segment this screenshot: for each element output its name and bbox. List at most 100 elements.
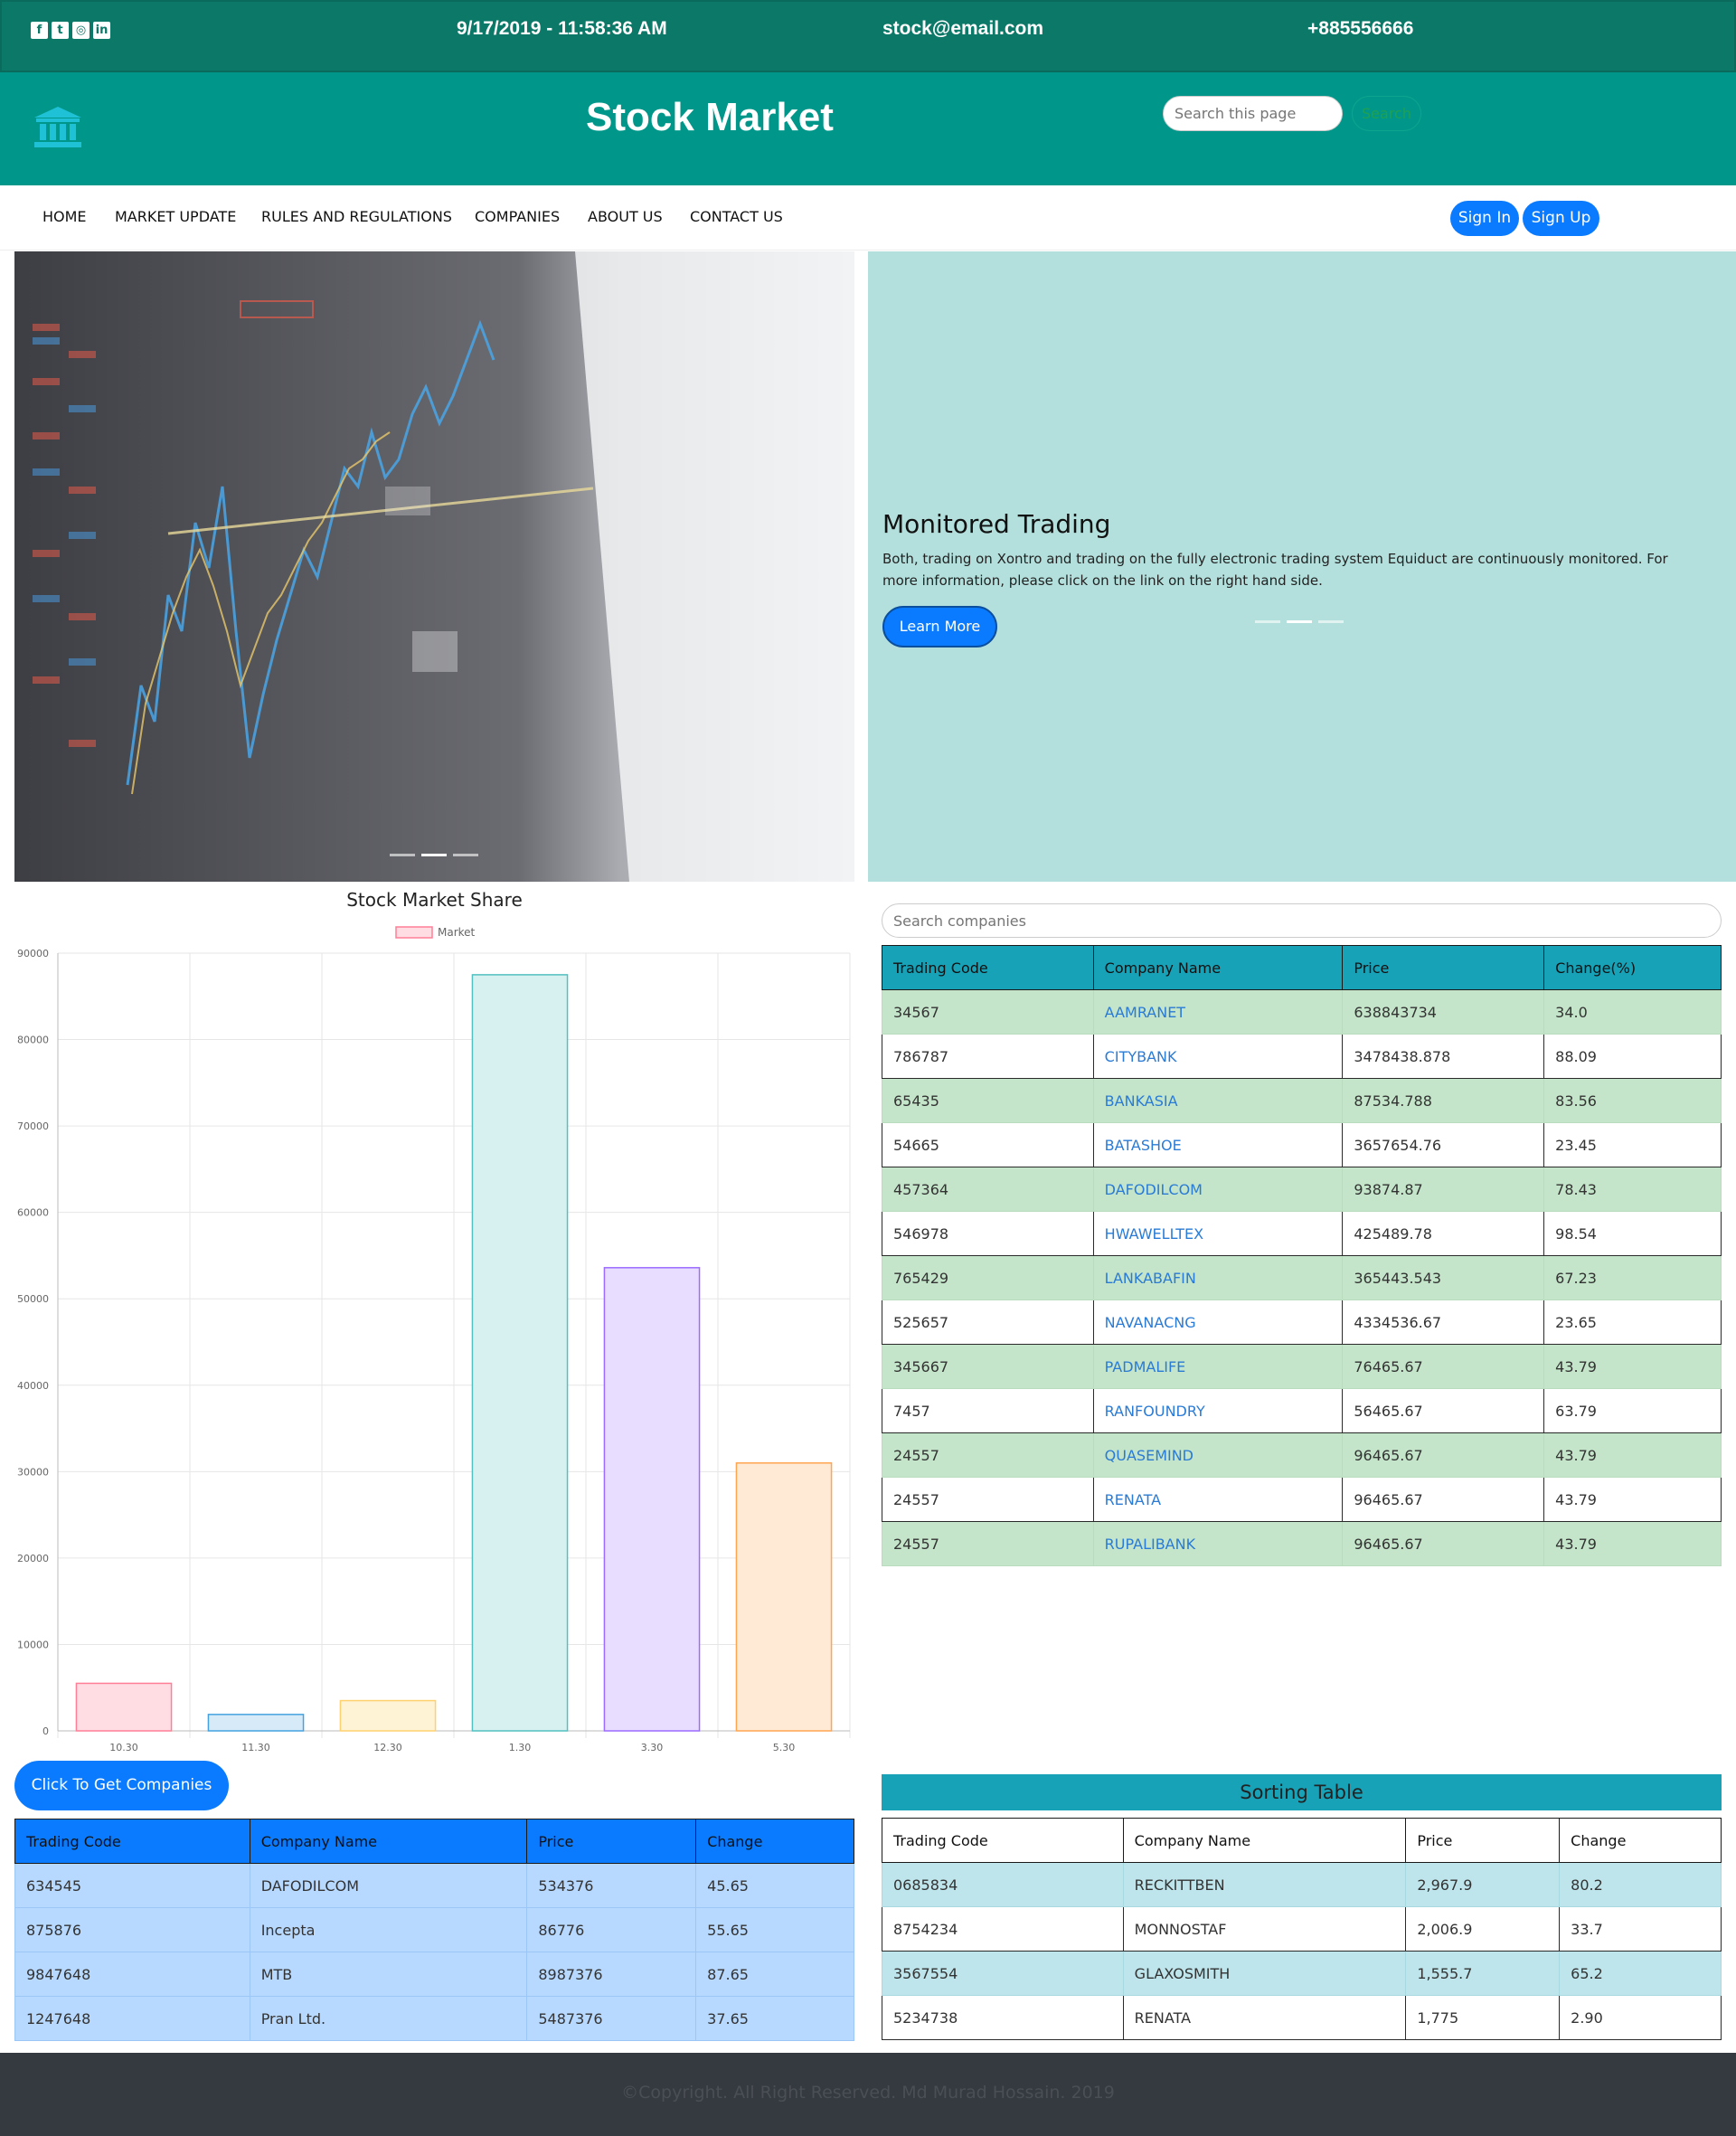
company-name-cell[interactable]: HWAWELLTEX (1092, 1211, 1344, 1256)
nav-contact-us[interactable]: CONTACT US (690, 208, 783, 225)
change-cell: 43.79 (1543, 1432, 1722, 1478)
header-trading-code[interactable]: Trading Code (882, 1818, 1124, 1863)
carousel-indicator-2[interactable] (421, 854, 447, 856)
header-company-name[interactable]: Company Name (1092, 945, 1344, 990)
trading-code-cell: 3567554 (882, 1951, 1124, 1996)
nav-rules-and-regulations[interactable]: RULES AND REGULATIONS (261, 208, 452, 225)
header-price[interactable]: Price (1405, 1818, 1561, 1863)
company-name-cell[interactable]: DAFODILCOM (1092, 1167, 1344, 1212)
hero-image (14, 251, 854, 882)
page-search-input[interactable] (1163, 96, 1343, 131)
y-tick-label: 90000 (17, 948, 49, 959)
header-trading-code[interactable]: Trading Code (882, 945, 1094, 990)
price-cell: 93874.87 (1342, 1167, 1545, 1212)
company-name-cell: GLAXOSMITH (1122, 1951, 1407, 1996)
trading-code-cell: 634545 (14, 1863, 250, 1908)
company-name-cell[interactable]: LANKABAFIN (1092, 1255, 1344, 1300)
datetime-text: 9/17/2019 - 11:58:36 AM (457, 18, 667, 39)
company-name-cell[interactable]: PADMALIFE (1092, 1344, 1344, 1389)
trading-code-cell: 765429 (882, 1255, 1094, 1300)
caption-indicator-1[interactable] (1255, 620, 1280, 623)
change-cell: 65.2 (1559, 1951, 1722, 1996)
nav-home[interactable]: HOME (42, 208, 87, 225)
nav-companies[interactable]: COMPANIES (475, 208, 560, 225)
header-change[interactable]: Change (1559, 1818, 1722, 1863)
company-name-cell: Pran Ltd. (249, 1996, 528, 2041)
bar-10-30 (75, 1682, 173, 1732)
company-name-cell: DAFODILCOM (249, 1863, 528, 1908)
header-company-name[interactable]: Company Name (1122, 1818, 1407, 1863)
caption-indicator-2[interactable] (1287, 620, 1312, 623)
company-search-input[interactable] (882, 903, 1722, 938)
chart-title: Stock Market Share (346, 889, 523, 911)
bar-12-30 (339, 1699, 437, 1732)
linkedin-icon[interactable]: in (93, 22, 110, 39)
company-name-cell[interactable]: CITYBANK (1092, 1034, 1344, 1079)
table-row: 634545 DAFODILCOM 534376 45.65 (14, 1863, 854, 1908)
company-name-cell[interactable]: RUPALIBANK (1092, 1521, 1344, 1566)
get-companies-button[interactable]: Click To Get Companies (14, 1761, 229, 1810)
hero-title: Monitored Trading (882, 509, 1111, 539)
company-name-cell[interactable]: RANFOUNDRY (1092, 1388, 1344, 1433)
company-name-cell[interactable]: NAVANACNG (1092, 1300, 1344, 1345)
trading-code-cell: 875876 (14, 1907, 250, 1952)
table-row: 786787 CITYBANK 3478438.878 88.09 (882, 1034, 1722, 1079)
table-row: 765429 LANKABAFIN 365443.543 67.23 (882, 1255, 1722, 1300)
sign-up-button[interactable]: Sign Up (1523, 201, 1599, 236)
header-change: Change (695, 1819, 854, 1864)
site-header: Stock Market (0, 72, 1736, 185)
bar-1-30 (471, 974, 569, 1732)
table-row: 9847648 MTB 8987376 87.65 (14, 1952, 854, 1997)
table-row: 0685834 RECKITTBEN 2,967.9 80.2 (882, 1862, 1722, 1907)
trading-code-cell: 8754234 (882, 1906, 1124, 1952)
nav-about-us[interactable]: ABOUT US (588, 208, 663, 225)
nav-market-update[interactable]: MARKET UPDATE (115, 208, 236, 225)
phone-text[interactable]: +885556666 (1307, 18, 1413, 40)
carousel-indicator-1[interactable] (390, 854, 415, 856)
copyright-text: ©Copyright. All Right Reserved. Md Murad… (621, 2083, 1115, 2103)
company-name-cell[interactable]: AAMRANET (1092, 989, 1344, 1035)
company-name-cell[interactable]: BANKASIA (1092, 1078, 1344, 1123)
change-cell: 88.09 (1543, 1034, 1722, 1079)
price-cell: 2,967.9 (1405, 1862, 1561, 1907)
facebook-icon[interactable]: f (31, 22, 48, 39)
sign-in-button[interactable]: Sign In (1450, 201, 1519, 236)
header-price[interactable]: Price (1342, 945, 1545, 990)
company-name-cell[interactable]: RENATA (1092, 1477, 1344, 1522)
company-name-cell[interactable]: QUASEMIND (1092, 1432, 1344, 1478)
company-name-cell[interactable]: BATASHOE (1092, 1122, 1344, 1167)
change-cell: 23.45 (1543, 1122, 1722, 1167)
trading-code-cell: 7457 (882, 1388, 1094, 1433)
change-cell: 98.54 (1543, 1211, 1722, 1256)
company-name-cell: MTB (249, 1952, 528, 1997)
hero-caption-panel: Monitored Trading Both, trading on Xontr… (868, 251, 1736, 882)
carousel-indicator-3[interactable] (453, 854, 478, 856)
price-cell: 365443.543 (1342, 1255, 1545, 1300)
table-row: 65435 BANKASIA 87534.788 83.56 (882, 1078, 1722, 1123)
learn-more-button[interactable]: Learn More (882, 606, 997, 647)
table-row: 24557 RUPALIBANK 96465.67 43.79 (882, 1521, 1722, 1566)
bank-icon[interactable] (33, 105, 83, 150)
x-tick-label: 1.30 (509, 1742, 532, 1753)
header-change[interactable]: Change(%) (1543, 945, 1722, 990)
search-button[interactable]: Search (1352, 96, 1421, 131)
trading-code-cell: 1247648 (14, 1996, 250, 2041)
y-tick-label: 50000 (17, 1293, 49, 1305)
x-tick-label: 3.30 (641, 1742, 664, 1753)
twitter-icon[interactable]: t (52, 22, 69, 39)
y-tick-label: 0 (42, 1725, 49, 1737)
change-cell: 45.65 (695, 1863, 854, 1908)
email-text[interactable]: stock@email.com (882, 18, 1043, 40)
price-cell: 96465.67 (1342, 1521, 1545, 1566)
instagram-icon[interactable]: ◎ (72, 22, 90, 39)
change-cell: 55.65 (695, 1907, 854, 1952)
change-cell: 80.2 (1559, 1862, 1722, 1907)
caption-indicator-3[interactable] (1318, 620, 1344, 623)
change-cell: 34.0 (1543, 989, 1722, 1035)
change-cell: 43.79 (1543, 1521, 1722, 1566)
price-cell: 2,006.9 (1405, 1906, 1561, 1952)
trading-code-cell: 525657 (882, 1300, 1094, 1345)
table-row: 546978 HWAWELLTEX 425489.78 98.54 (882, 1211, 1722, 1256)
bar-5-30 (735, 1462, 833, 1732)
companies-table: Trading Code Company Name Price Change(%… (882, 945, 1722, 1566)
